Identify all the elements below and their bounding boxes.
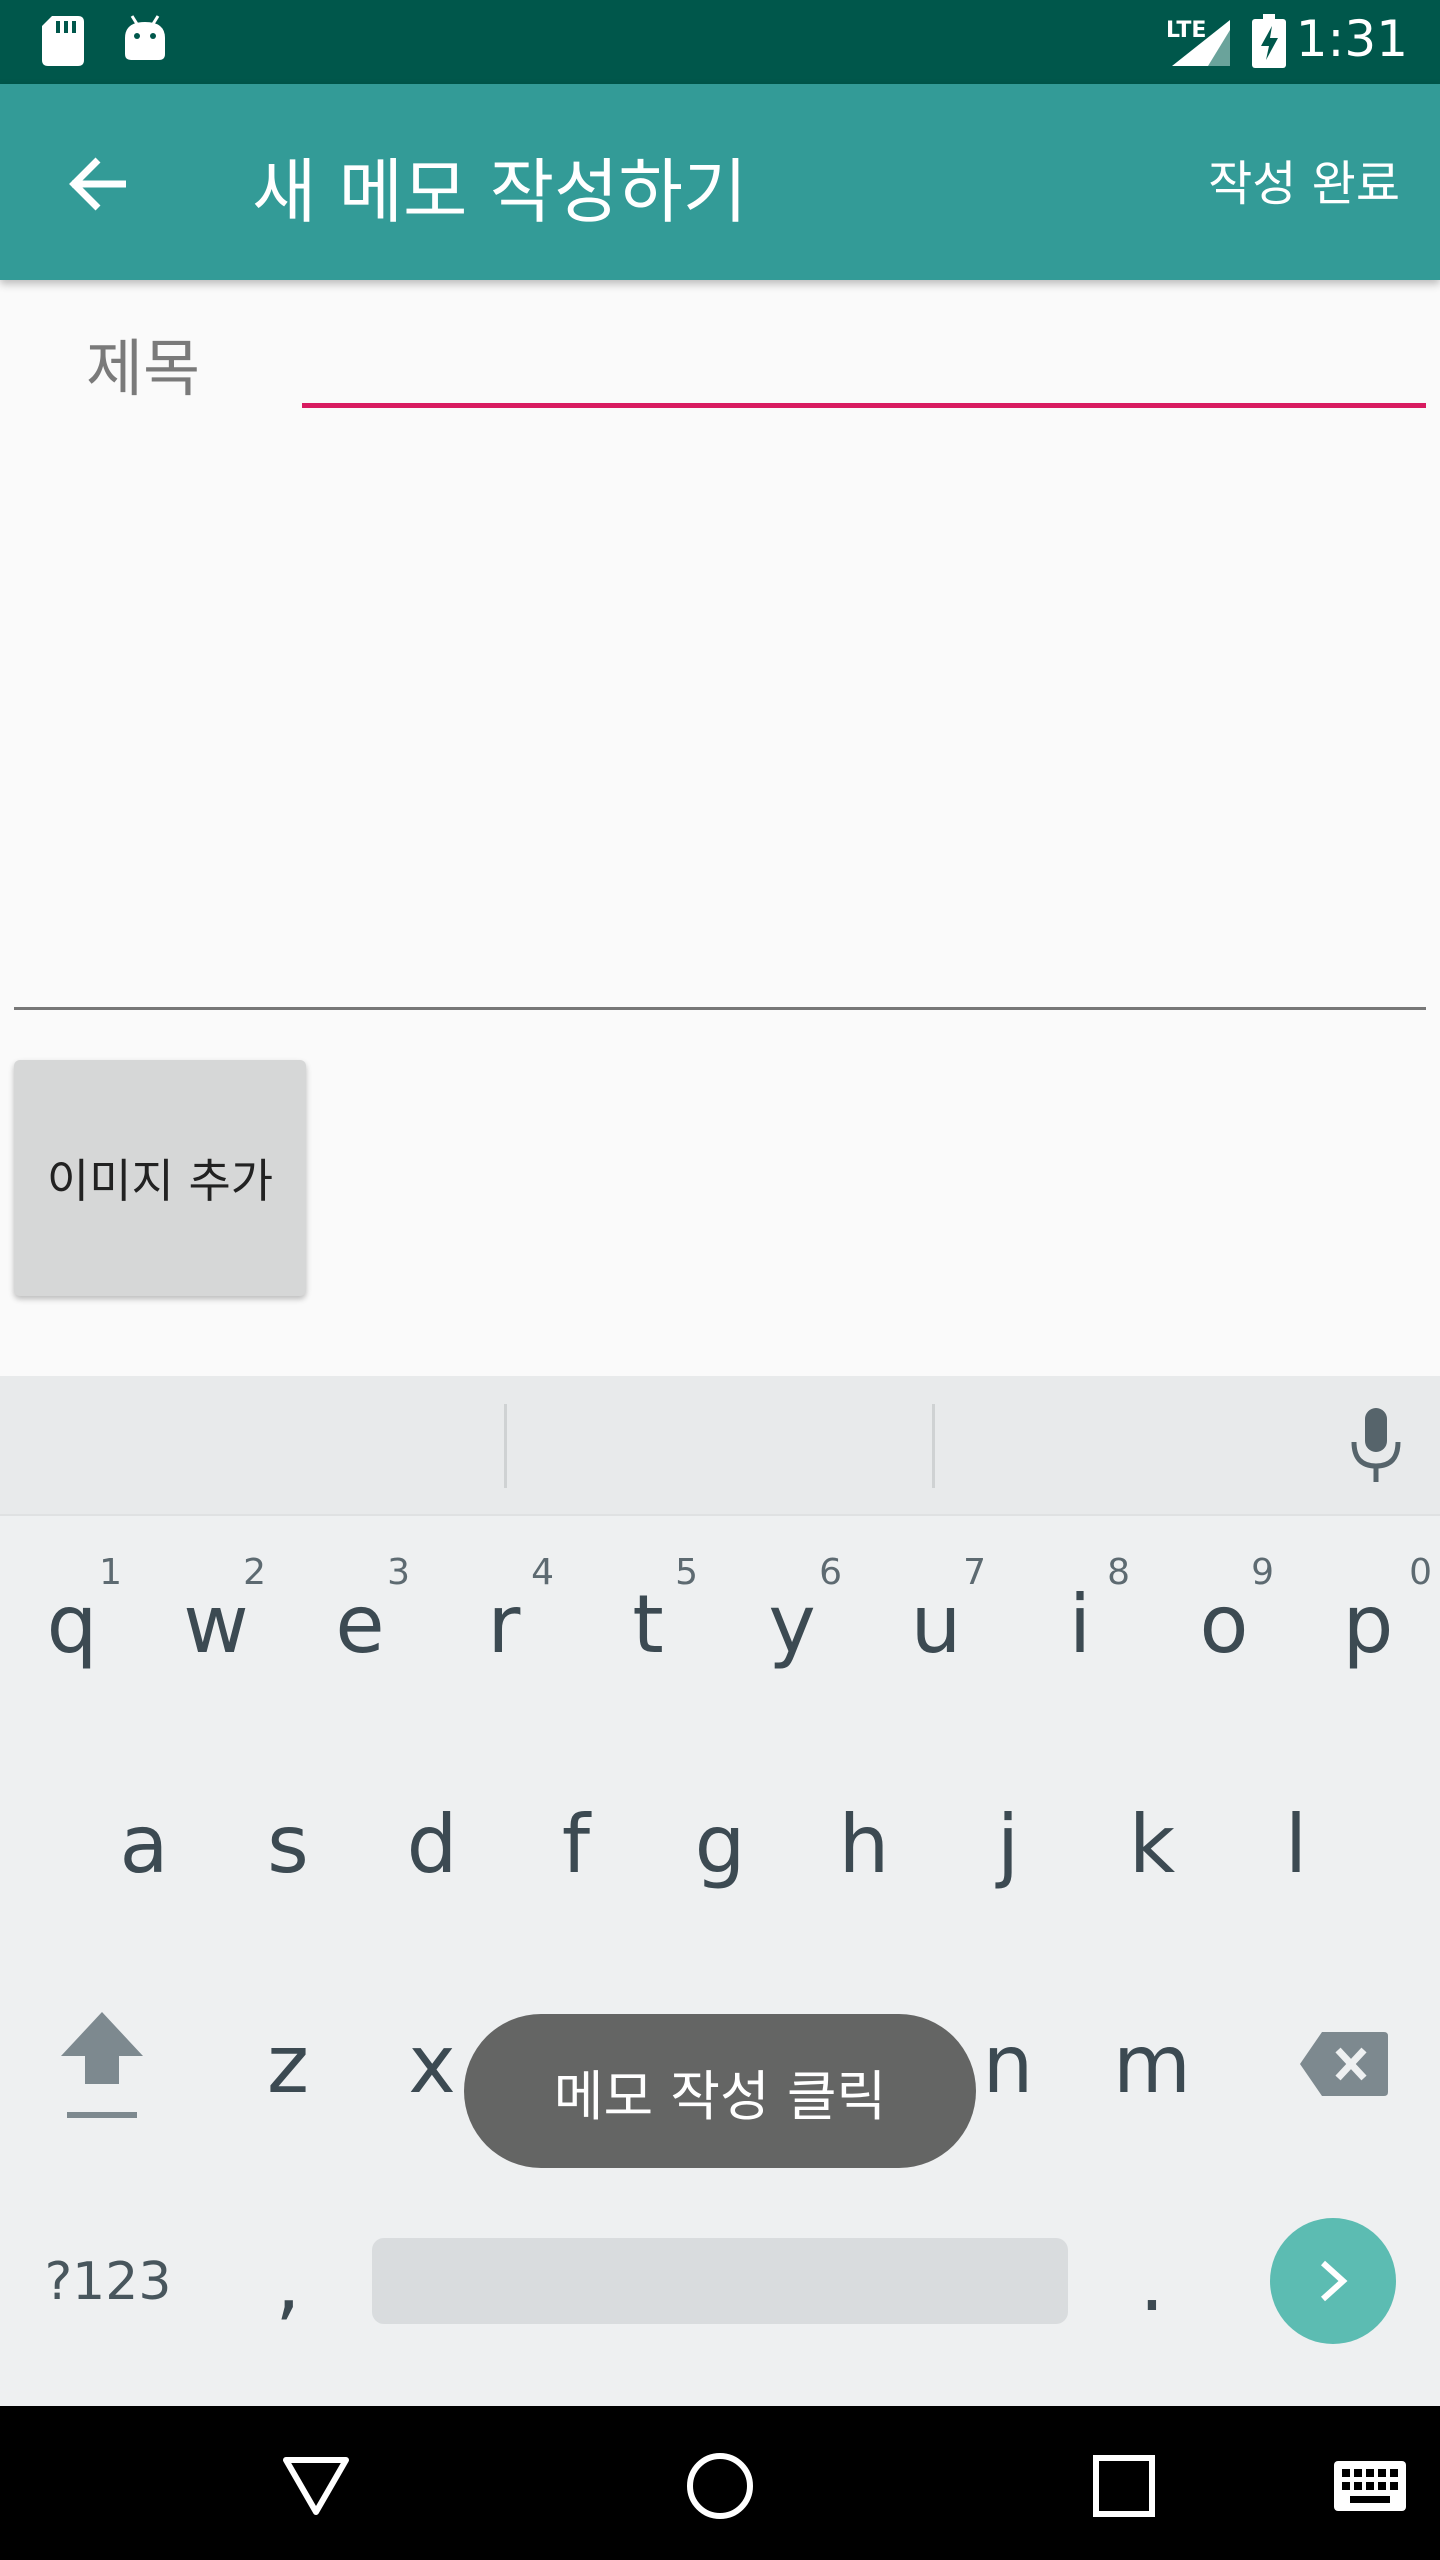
key-hint: 0 [1409, 1552, 1432, 1593]
key-g[interactable]: g [648, 1754, 792, 1934]
back-button[interactable] [50, 136, 146, 232]
key-q[interactable]: q1 [0, 1534, 144, 1714]
title-input[interactable] [302, 308, 1426, 408]
key-label: t [632, 1577, 664, 1671]
key-label: w [183, 1577, 249, 1671]
status-bar: LTE 1:31 [0, 0, 1440, 84]
add-image-button[interactable]: 이미지 추가 [14, 1060, 306, 1296]
key-hint: 4 [531, 1552, 554, 1593]
key-t[interactable]: t5 [576, 1534, 720, 1714]
key-s[interactable]: s [216, 1754, 360, 1934]
key-label: u [910, 1577, 962, 1671]
key-j[interactable]: j [936, 1754, 1080, 1934]
backspace-icon [1300, 2032, 1388, 2096]
key-hint: 2 [243, 1552, 266, 1593]
enter-key[interactable] [1270, 2218, 1396, 2344]
page-title: 새 메모 작성하기 [252, 151, 748, 233]
key-y[interactable]: y6 [720, 1534, 864, 1714]
key-p[interactable]: p0 [1296, 1534, 1440, 1714]
keyboard-icon [1334, 2461, 1406, 2511]
key-h[interactable]: h [792, 1754, 936, 1934]
done-button[interactable]: 작성 완료 [1208, 144, 1400, 214]
comma-key[interactable]: , [216, 2192, 360, 2372]
suggestion-divider [504, 1404, 507, 1488]
key-k[interactable]: k [1080, 1754, 1224, 1934]
suggestion-strip [0, 1376, 1440, 1516]
key-f[interactable]: f [504, 1754, 648, 1934]
key-label: q [46, 1577, 98, 1671]
arrow-back-icon [69, 157, 126, 211]
title-label: 제목 [86, 332, 201, 405]
key-label: e [335, 1577, 385, 1671]
key-a[interactable]: a [72, 1754, 216, 1934]
key-hint: 6 [819, 1552, 842, 1593]
key-label: p [1342, 1577, 1394, 1671]
key-hint: 8 [1107, 1552, 1130, 1593]
space-key[interactable] [372, 2238, 1068, 2324]
key-m[interactable]: m [1080, 1974, 1224, 2154]
sd-card-icon [42, 16, 84, 66]
clock: 1:31 [1295, 10, 1408, 68]
key-hint: 1 [99, 1552, 122, 1593]
suggestion-divider [932, 1404, 935, 1488]
circle-home-icon [687, 2453, 753, 2519]
key-i[interactable]: i8 [1008, 1534, 1152, 1714]
key-w[interactable]: w2 [144, 1534, 288, 1714]
navigation-bar [0, 2406, 1440, 2560]
key-hint: 9 [1251, 1552, 1274, 1593]
key-l[interactable]: l [1224, 1754, 1368, 1934]
app-bar: 새 메모 작성하기 작성 완료 [0, 84, 1440, 280]
content-input[interactable] [14, 416, 1426, 1010]
key-hint: 7 [963, 1552, 986, 1593]
soft-keyboard: q1 w2 e3 r4 t5 y6 u7 i8 o9 p0 a s d f g … [0, 1376, 1440, 2406]
key-hint: 5 [675, 1552, 698, 1593]
nav-back-button[interactable] [266, 2436, 366, 2536]
key-z[interactable]: z [216, 1974, 360, 2154]
symbols-key[interactable]: ?123 [36, 2192, 180, 2372]
nav-keyboard-button[interactable] [1320, 2436, 1420, 2536]
key-label: y [768, 1577, 816, 1671]
key-o[interactable]: o9 [1152, 1534, 1296, 1714]
triangle-back-icon [283, 2457, 349, 2515]
square-recents-icon [1093, 2455, 1155, 2517]
key-label: o [1199, 1577, 1249, 1671]
key-label: i [1068, 1577, 1092, 1671]
key-e[interactable]: e3 [288, 1534, 432, 1714]
nav-recents-button[interactable] [1074, 2436, 1174, 2536]
shift-icon [61, 2012, 143, 2118]
battery-charging-icon [1252, 14, 1286, 68]
chevron-right-icon [1320, 2260, 1348, 2302]
android-debug-icon [125, 15, 165, 60]
signal-icon [1172, 20, 1230, 66]
period-key[interactable]: . [1080, 2192, 1224, 2372]
backspace-key[interactable] [1272, 1974, 1416, 2154]
key-hint: 3 [387, 1552, 410, 1593]
toast-message: 메모 작성 클릭 [464, 2014, 976, 2168]
microphone-icon[interactable] [1348, 1408, 1404, 1484]
key-u[interactable]: u7 [864, 1534, 1008, 1714]
key-d[interactable]: d [360, 1754, 504, 1934]
key-r[interactable]: r4 [432, 1534, 576, 1714]
nav-home-button[interactable] [670, 2436, 770, 2536]
key-label: r [487, 1577, 521, 1671]
shift-key[interactable] [30, 1974, 174, 2154]
